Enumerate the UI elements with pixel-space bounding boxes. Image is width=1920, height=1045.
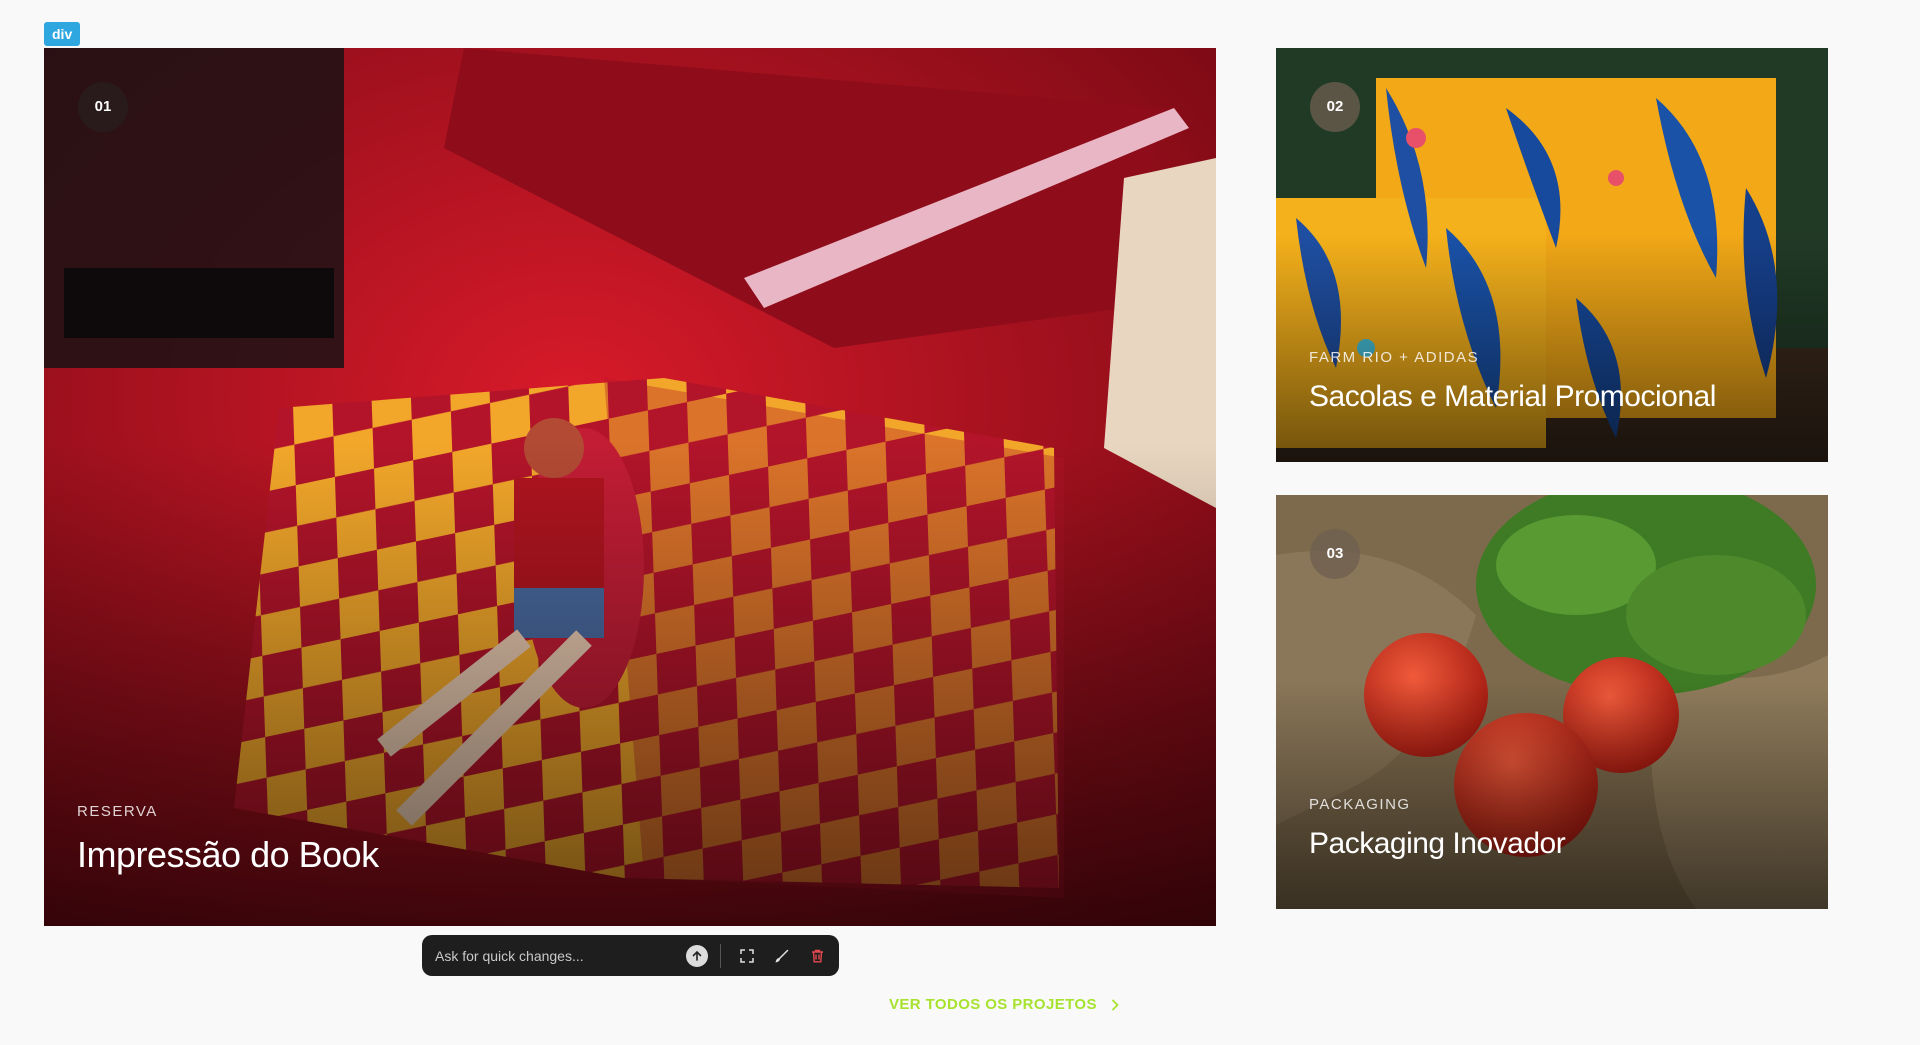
view-all-projects-label: VER TODOS OS PROJETOS	[889, 996, 1097, 1013]
project-number-badge: 02	[1310, 82, 1360, 132]
project-caption: RESERVA Impressão do Book	[77, 803, 379, 876]
send-arrow-up-icon[interactable]	[686, 944, 708, 967]
project-title: Impressão do Book	[77, 834, 379, 875]
project-card-2[interactable]: 02 FARM RIO + ADIDAS Sacolas e Material …	[1276, 48, 1828, 462]
quick-changes-toolbar	[422, 935, 839, 976]
toolbar-divider	[720, 943, 721, 968]
project-number-badge: 03	[1310, 529, 1360, 579]
image-overlay	[44, 48, 1216, 926]
project-caption: PACKAGING Packaging Inovador	[1309, 796, 1566, 861]
fullscreen-icon[interactable]	[737, 946, 757, 966]
project-title: Sacolas e Material Promocional	[1309, 380, 1716, 413]
element-inspector-tag: div	[44, 22, 81, 46]
project-card-1[interactable]: 01 RESERVA Impressão do Book	[44, 48, 1216, 926]
brush-icon[interactable]	[772, 946, 792, 966]
project-client: PACKAGING	[1309, 796, 1411, 813]
project-caption: FARM RIO + ADIDAS Sacolas e Material Pro…	[1309, 349, 1716, 414]
view-all-projects-link[interactable]: VER TODOS OS PROJETOS	[889, 996, 1119, 1013]
project-number-badge: 01	[78, 82, 128, 132]
project-card-3[interactable]: 03 PACKAGING Packaging Inovador	[1276, 495, 1828, 909]
trash-icon[interactable]	[807, 946, 827, 966]
project-title: Packaging Inovador	[1309, 827, 1566, 860]
project-client: FARM RIO + ADIDAS	[1309, 349, 1480, 366]
project-client: RESERVA	[77, 803, 158, 820]
chevron-right-icon	[1112, 999, 1119, 1010]
quick-changes-input[interactable]	[435, 947, 686, 964]
